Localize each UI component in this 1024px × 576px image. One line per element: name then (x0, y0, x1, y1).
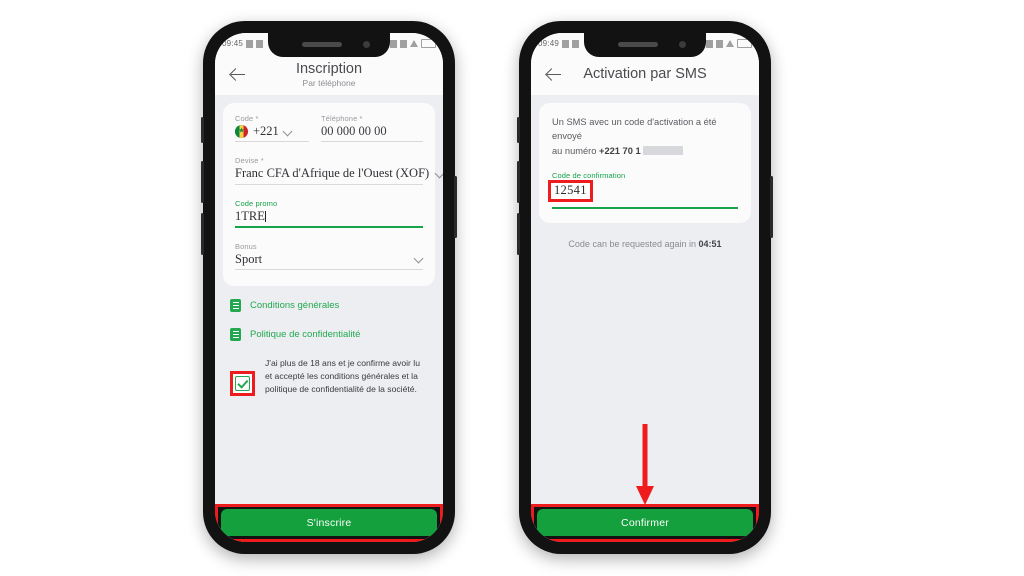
chevron-down-icon[interactable] (435, 169, 443, 178)
front-camera (363, 41, 370, 48)
confirmation-code-label: Code de confirmation (552, 171, 626, 181)
consent-checkbox-highlight (230, 370, 255, 396)
signup-button[interactable]: S'inscrire (221, 509, 437, 536)
phone-number-field[interactable]: Téléphone * 00 000 00 00 (321, 114, 423, 143)
confirmation-code-field[interactable]: Code de confirmation 12541 (548, 171, 738, 209)
consent-checkbox[interactable] (235, 375, 250, 391)
link-politique-confidentialite[interactable]: Politique de confidentialité (230, 327, 428, 341)
status-bar-time: 09:45 (222, 39, 244, 48)
back-arrow-icon[interactable] (227, 64, 249, 86)
phone-mute-switch[interactable] (517, 117, 520, 143)
battery-icon (737, 39, 752, 48)
confirmation-code-underline (552, 207, 738, 209)
signup-button-highlight: S'inscrire (215, 504, 443, 542)
confirmation-code-input[interactable]: 12541 (554, 183, 587, 199)
page-subtitle: Par téléphone (302, 78, 356, 89)
phone-number-label: Téléphone * (321, 114, 363, 123)
page-title: Inscription (295, 60, 363, 77)
phone-power-button[interactable] (770, 176, 773, 238)
currency-underline (235, 183, 423, 185)
bonus-underline (235, 268, 423, 270)
country-code-underline (235, 141, 309, 143)
resend-timer-prefix: Code can be requested again in (568, 238, 699, 249)
sms-message-prefix: au numéro (552, 145, 600, 156)
sms-phone-number: +221 70 1 (599, 145, 641, 156)
link-label: Politique de confidentialité (250, 328, 361, 340)
chevron-down-icon[interactable] (284, 127, 293, 136)
phone-left-screen: 09:45 Inscription Par téléphone Code * ★… (215, 33, 443, 542)
left-cta-wrap: S'inscrire (215, 504, 443, 542)
signal-icon (572, 39, 580, 48)
bonus-field[interactable]: Bonus Sport (235, 242, 423, 270)
confirm-button[interactable]: Confirmer (537, 509, 753, 536)
senegal-flag-icon: ★ (235, 124, 248, 138)
signal-icon (256, 39, 264, 48)
wifi-icon (706, 39, 713, 48)
phone-volume-up[interactable] (517, 161, 520, 203)
bonus-value: Sport (235, 251, 263, 266)
phone-number-input[interactable]: 00 000 00 00 (321, 124, 423, 138)
sms-message: Un SMS avec un code d'activation a été e… (552, 115, 738, 158)
signal-bars-icon (716, 39, 723, 48)
front-camera (679, 41, 686, 48)
promo-code-field[interactable]: Code promo 1TRE (235, 199, 423, 228)
signal-bars-icon (400, 39, 407, 48)
currency-field[interactable]: Devise * Franc CFA d'Afrique de l'Ouest … (235, 156, 429, 185)
text-caret (264, 210, 266, 222)
consent-row: J'ai plus de 18 ans et je confirme avoir… (223, 357, 435, 396)
consent-text: J'ai plus de 18 ans et je confirme avoir… (265, 357, 420, 394)
sms-activation-body: Un SMS avec un code d'activation a été e… (531, 95, 759, 542)
screenshot-canvas: 09:45 Inscription Par téléphone Code * ★… (0, 0, 1024, 576)
phone-mute-switch[interactable] (201, 117, 204, 143)
phone-right-screen: 09:49 Activation par SMS Un SMS avec un … (531, 33, 759, 542)
back-arrow-icon[interactable] (543, 64, 565, 86)
resend-timer: Code can be requested again in 04:51 (539, 239, 751, 249)
promo-code-underline (235, 226, 423, 228)
phone-volume-down[interactable] (517, 213, 520, 255)
wifi-icon (390, 39, 397, 48)
country-code-value: +221 (253, 124, 279, 138)
phone-volume-up[interactable] (201, 161, 204, 203)
p-icon (562, 39, 570, 48)
alert-icon (726, 40, 734, 47)
phone-power-button[interactable] (454, 176, 457, 238)
app-header-left: Inscription Par téléphone (215, 54, 443, 95)
confirmation-code-highlight: 12541 (548, 180, 593, 202)
currency-label: Devise * (235, 156, 264, 166)
legal-links: Conditions générales Politique de confid… (223, 298, 435, 341)
document-icon (230, 298, 241, 312)
promo-code-label: Code promo (235, 198, 278, 208)
sms-info-card: Un SMS avec un code d'activation a été e… (539, 103, 751, 223)
confirm-button-highlight: Confirmer (531, 504, 759, 542)
alert-icon (410, 40, 418, 47)
registration-form-card: Code * ★ +221 Téléphone * 00 000 00 00 D… (223, 103, 435, 286)
earpiece-speaker (302, 42, 342, 47)
phone-right-sms-activation: 09:49 Activation par SMS Un SMS avec un … (517, 21, 773, 554)
phone-notch (584, 33, 706, 57)
registration-body: Code * ★ +221 Téléphone * 00 000 00 00 D… (215, 95, 443, 542)
phone-volume-down[interactable] (201, 213, 204, 255)
app-header-right: Activation par SMS (531, 54, 759, 95)
document-icon (230, 327, 241, 341)
bonus-label: Bonus (235, 241, 257, 251)
resend-timer-value: 04:51 (698, 238, 722, 249)
country-code-label: Code * (235, 114, 259, 123)
sms-message-line1: Un SMS avec un code d'activation a été e… (552, 117, 717, 142)
link-label: Conditions générales (250, 299, 340, 311)
p-icon (246, 39, 254, 48)
phone-left-registration: 09:45 Inscription Par téléphone Code * ★… (201, 21, 457, 554)
currency-value: Franc CFA d'Afrique de l'Ouest (XOF) (235, 166, 430, 181)
chevron-down-icon[interactable] (414, 254, 423, 263)
link-conditions-generales[interactable]: Conditions générales (230, 298, 428, 312)
promo-code-input[interactable]: 1TRE (235, 209, 265, 223)
phone-notch (268, 33, 390, 57)
battery-icon (421, 39, 436, 48)
status-bar-time: 09:49 (538, 39, 560, 48)
right-cta-wrap: Confirmer (531, 504, 759, 542)
earpiece-speaker (618, 42, 658, 47)
redacted-number-block (643, 145, 684, 155)
page-title: Activation par SMS (583, 66, 707, 83)
country-code-field[interactable]: Code * ★ +221 (235, 114, 309, 143)
phone-number-underline (321, 141, 423, 143)
